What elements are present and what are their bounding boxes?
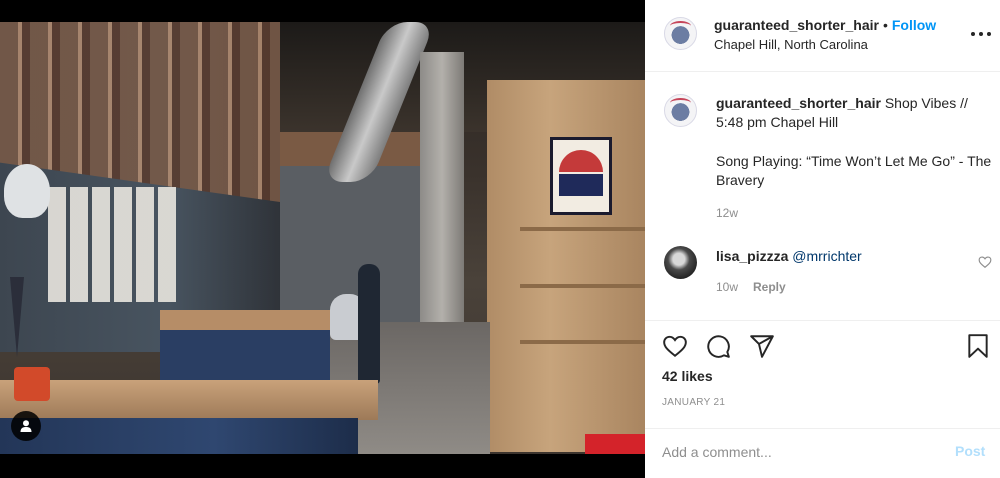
reply-button[interactable]: Reply bbox=[753, 280, 786, 294]
photo-plant bbox=[14, 367, 50, 401]
photo-counter-front bbox=[0, 418, 358, 454]
photo-pillar bbox=[420, 52, 464, 360]
save-icon[interactable] bbox=[965, 333, 991, 359]
photo-poster bbox=[550, 137, 612, 215]
post-header: guaranteed_shorter_hair • Follow Chapel Hi… bbox=[645, 0, 1000, 72]
user-tag-icon bbox=[20, 420, 32, 432]
comment-input[interactable] bbox=[662, 442, 932, 462]
caption-timestamp[interactable]: 12w bbox=[716, 206, 738, 220]
action-bar: 42 likes JANUARY 21 bbox=[645, 320, 1000, 428]
likes-count[interactable]: 42 likes bbox=[662, 368, 713, 384]
photo-shelf bbox=[520, 340, 645, 344]
comment-username[interactable]: lisa_pizzza bbox=[716, 248, 788, 264]
share-icon[interactable] bbox=[749, 333, 775, 359]
like-icon[interactable] bbox=[662, 333, 688, 359]
avatar[interactable] bbox=[664, 17, 697, 50]
photo-shelf bbox=[520, 284, 645, 288]
photo-desk-top bbox=[160, 310, 330, 332]
photo-barber bbox=[358, 264, 380, 384]
post-side-panel: guaranteed_shorter_hair • Follow Chapel Hi… bbox=[645, 0, 1000, 478]
photo-counter-top bbox=[0, 380, 378, 420]
caption-text-block: guaranteed_shorter_hair Shop Vibes // 5:… bbox=[716, 94, 996, 132]
location-link[interactable]: Chapel Hill, North Carolina bbox=[714, 37, 868, 52]
post-media bbox=[0, 0, 645, 478]
add-comment-bar: Post bbox=[645, 428, 1000, 478]
comment-mention[interactable]: @mrrichter bbox=[792, 248, 861, 264]
follow-button[interactable]: Follow bbox=[892, 17, 936, 33]
more-options-icon[interactable] bbox=[971, 30, 991, 38]
header-username[interactable]: guaranteed_shorter_hair bbox=[714, 17, 879, 33]
caption-song: Song Playing: “Time Won’t Let Me Go” - T… bbox=[716, 153, 992, 188]
caption-username[interactable]: guaranteed_shorter_hair bbox=[716, 95, 881, 111]
photo-paper-sheets bbox=[48, 187, 180, 302]
photo-desk-front bbox=[160, 330, 330, 382]
post-date[interactable]: JANUARY 21 bbox=[662, 397, 725, 408]
comment-text-block: lisa_pizzza @mrrichter bbox=[716, 248, 862, 264]
post-photo[interactable] bbox=[0, 22, 645, 454]
comment-timestamp[interactable]: 10w bbox=[716, 280, 738, 294]
photo-red-stool bbox=[585, 434, 645, 454]
photo-hat bbox=[4, 164, 50, 218]
photo-shelf bbox=[520, 227, 645, 231]
post-comment-button[interactable]: Post bbox=[955, 443, 985, 459]
caption-avatar[interactable] bbox=[664, 94, 697, 127]
separator-dot: • bbox=[882, 17, 888, 33]
comment-icon[interactable] bbox=[705, 333, 731, 359]
user-tag-button[interactable] bbox=[11, 411, 41, 441]
small-heart-icon[interactable] bbox=[978, 255, 992, 269]
header-user-line: guaranteed_shorter_hair • Follow bbox=[714, 17, 936, 33]
photo-shelf-wall bbox=[487, 80, 645, 452]
comment-avatar[interactable] bbox=[664, 246, 697, 279]
